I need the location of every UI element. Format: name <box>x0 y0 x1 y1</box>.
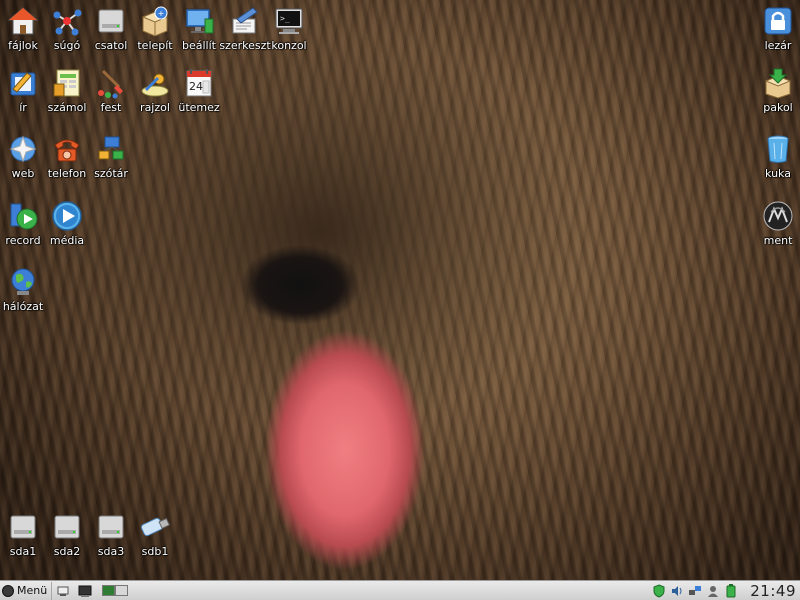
icon-label: ütemez <box>178 101 220 114</box>
web-browser-icon <box>9 135 37 163</box>
phone-icon <box>54 139 80 162</box>
backup-icon <box>763 201 793 231</box>
package-install-icon: + <box>141 6 169 37</box>
desktop-icon-pakol[interactable]: pakol <box>754 67 800 114</box>
terminal-launcher-icon[interactable] <box>78 584 92 598</box>
usb-drive-icon <box>140 517 170 537</box>
start-menu-button[interactable]: Menü <box>0 581 53 600</box>
spreadsheet-icon <box>53 69 80 97</box>
menu-logo-icon <box>2 584 14 597</box>
media-player-icon <box>52 201 82 231</box>
dictionary-icon <box>98 136 124 160</box>
network-connection-icon[interactable] <box>688 584 702 598</box>
record-icon <box>10 203 38 230</box>
trash-icon <box>767 135 789 163</box>
drive-mount-icon <box>98 9 124 33</box>
desktop-icon-sdb1[interactable]: sdb1 <box>131 511 179 558</box>
desktop-icon-konzol[interactable]: >_ konzol <box>265 5 313 52</box>
menu-label: Menü <box>17 584 48 597</box>
hard-drive-icon <box>10 515 36 539</box>
desktop-icon-kuka[interactable]: kuka <box>754 133 800 180</box>
workspace-1[interactable] <box>102 585 116 596</box>
icon-label: sdb1 <box>141 545 169 558</box>
icon-label: ment <box>763 234 793 247</box>
system-tray: 21:49 <box>650 582 800 600</box>
calendar-day: 24 <box>189 80 203 93</box>
workspace-pager <box>102 585 129 596</box>
clock[interactable]: 21:49 <box>750 582 796 600</box>
settings-monitor-icon <box>185 8 214 34</box>
hard-drive-icon <box>54 515 80 539</box>
hard-drive-icon <box>98 515 124 539</box>
desktop-wallpaper: fájlok súgó csatol + telepít beállít sze… <box>0 0 800 580</box>
icon-label: lezár <box>764 39 792 52</box>
terminal-icon: >_ <box>275 8 303 34</box>
archive-icon <box>764 68 792 99</box>
desktop-icon-utemez[interactable]: 24 ütemez <box>175 67 223 114</box>
desktop-icon-halozat[interactable]: hálózat <box>0 266 47 313</box>
svg-text:+: + <box>158 9 165 18</box>
taskbar: Menü 21:49 <box>0 580 800 600</box>
icon-label: kuka <box>765 167 791 180</box>
desktop-icon-media[interactable]: média <box>43 200 91 247</box>
network-globe-icon <box>11 268 35 295</box>
desktop-icon-lezar[interactable]: lezár <box>754 5 800 52</box>
home-folder-icon <box>7 7 39 35</box>
icon-label: hálózat <box>2 300 44 313</box>
show-desktop-icon[interactable] <box>56 584 70 598</box>
user-icon[interactable] <box>706 584 720 598</box>
writer-icon <box>10 72 36 96</box>
svg-text:>_: >_ <box>280 14 290 23</box>
paint-icon <box>98 69 123 99</box>
desktop-icon-szotar[interactable]: szótár <box>87 133 135 180</box>
icon-label: pakol <box>763 101 793 114</box>
icon-label: média <box>49 234 85 247</box>
lock-icon <box>764 7 792 35</box>
text-editor-icon <box>232 7 258 34</box>
battery-icon[interactable] <box>724 583 738 598</box>
icon-label: konzol <box>271 39 307 52</box>
workspace-2[interactable] <box>115 585 129 596</box>
volume-icon[interactable] <box>670 584 684 598</box>
calendar-icon: 24 <box>186 69 212 97</box>
shield-icon[interactable] <box>652 583 666 598</box>
draw-icon <box>141 73 169 97</box>
icon-label: szótár <box>94 167 128 180</box>
help-network-icon <box>53 9 82 36</box>
desktop-icon-ment[interactable]: ment <box>754 200 800 247</box>
